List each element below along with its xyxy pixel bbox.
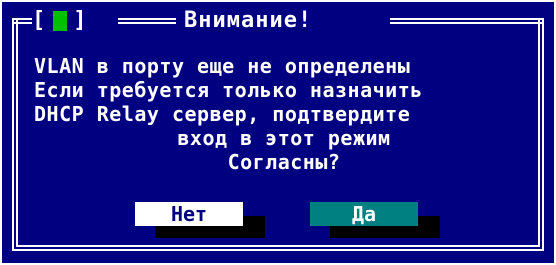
- close-control[interactable]: [ ]: [32, 6, 89, 36]
- confirmation-dialog: [ ] Внимание! VLAN в порту еще не опреде…: [2, 2, 554, 263]
- close-bracket-right: ]: [73, 8, 89, 33]
- message-line: DHCP Relay сервер, подтвердите: [34, 102, 411, 126]
- message-line: VLAN в порту еще не определены: [34, 54, 411, 78]
- frame-top-left: [12, 18, 32, 24]
- no-button[interactable]: Нет: [135, 202, 243, 226]
- no-button-group: Нет: [135, 202, 265, 238]
- message-line: вход в этот режим: [177, 126, 391, 150]
- frame-top-right: [390, 18, 544, 24]
- close-icon[interactable]: [53, 11, 68, 31]
- frame-top-middle: [118, 18, 176, 24]
- yes-button-group: Да: [310, 202, 440, 238]
- message-question: Согласны?: [227, 150, 341, 174]
- message-line: Если требуется только назначить: [34, 78, 423, 102]
- dialog-title: Внимание!: [184, 8, 313, 33]
- dialog-message: VLAN в порту еще не определены Если треб…: [34, 54, 534, 174]
- close-bracket-left: [: [32, 8, 48, 33]
- yes-button[interactable]: Да: [310, 202, 418, 226]
